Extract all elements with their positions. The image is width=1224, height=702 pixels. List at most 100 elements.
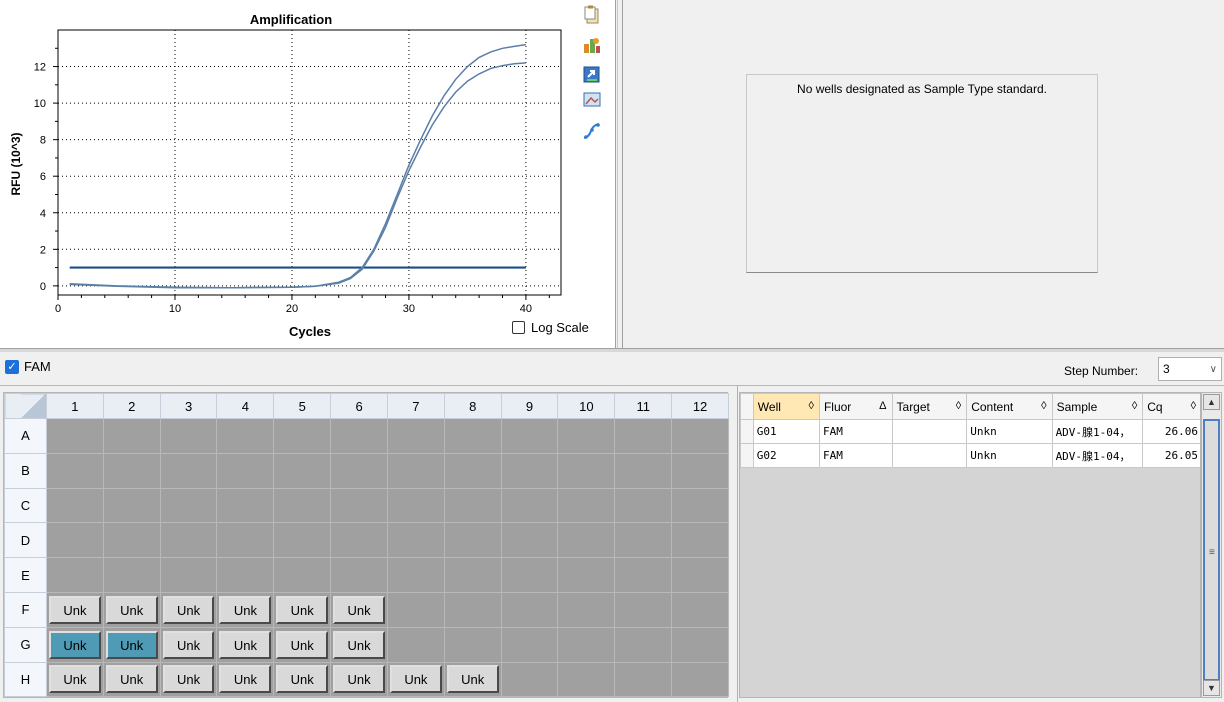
plate-well[interactable] [330,522,388,559]
plate-well[interactable] [46,418,104,454]
plate-well[interactable] [102,418,161,454]
cell-fluor[interactable]: FAM [818,419,893,444]
plate-well[interactable] [443,487,502,524]
log-scale-checkbox-box[interactable] [512,321,525,334]
plate-well[interactable] [159,522,218,559]
cell-sample[interactable]: ADV-腺1-04， [1051,419,1144,444]
plate-well[interactable] [159,487,218,524]
log-scale-checkbox[interactable]: Log Scale [512,320,589,335]
plate-well[interactable]: Unk [102,626,161,663]
plate-well[interactable]: Unk [273,626,332,663]
plate-well[interactable]: Unk [46,626,104,663]
plate-well[interactable]: Unk [330,661,388,698]
plate-well[interactable]: Unk [46,661,104,698]
plate-well[interactable] [614,557,673,593]
plate-well[interactable] [443,418,502,454]
plate-select-all-corner[interactable] [4,393,47,419]
image-icon[interactable] [582,90,602,110]
plate-column-header[interactable]: 5 [273,393,332,419]
column-header-target[interactable]: Target ◊ [891,393,968,420]
cell-content[interactable]: Unkn [966,419,1053,444]
cell-sample[interactable]: ADV-腺1-04， [1051,443,1144,468]
plate-column-header[interactable]: 3 [159,393,218,419]
cell-fluor[interactable]: FAM [818,443,893,468]
plate-well[interactable] [216,418,275,454]
plate-well[interactable] [386,557,445,593]
plate-column-header[interactable]: 6 [330,393,388,419]
plate-well[interactable] [500,487,559,524]
vertical-splitter[interactable] [617,0,623,348]
export-icon[interactable] [582,64,602,84]
plate-well[interactable] [386,418,445,454]
plate-well[interactable] [500,418,559,454]
plate-well[interactable] [330,452,388,489]
table-row[interactable]: G02 FAM Unkn ADV-腺1-04， 26.05 [740,443,1200,468]
plate-well[interactable]: Unk [216,661,275,698]
plate-well[interactable]: Unk [216,591,275,628]
plate-well[interactable] [614,522,673,559]
plate-well[interactable] [443,626,502,663]
plate-well[interactable]: Unk [273,591,332,628]
plate-well[interactable] [273,557,332,593]
plate-row-header[interactable]: A [4,418,47,454]
plate-well[interactable] [557,661,616,698]
plate-row-header[interactable]: C [4,487,47,524]
plate-well[interactable] [216,557,275,593]
plate-column-header[interactable]: 7 [386,393,445,419]
plate-well[interactable] [46,452,104,489]
plate-column-header[interactable]: 12 [671,393,729,419]
plate-well[interactable] [330,418,388,454]
plate-well[interactable] [216,487,275,524]
plate-well[interactable] [614,418,673,454]
plate-well[interactable] [102,452,161,489]
plate-well[interactable] [557,418,616,454]
plate-row-header[interactable]: H [4,661,47,698]
plate-well[interactable] [671,418,729,454]
column-header-content[interactable]: Content ◊ [966,393,1053,420]
column-header-cq[interactable]: Cq ◊ [1142,393,1200,420]
plate-well[interactable] [671,452,729,489]
plate-well[interactable] [671,557,729,593]
plate-well[interactable] [557,522,616,559]
plate-well[interactable]: Unk [216,626,275,663]
plate-well[interactable] [330,557,388,593]
plate-well[interactable] [102,557,161,593]
curve-icon[interactable] [582,121,602,141]
plate-well[interactable] [102,522,161,559]
plate-well[interactable] [216,522,275,559]
plate-well[interactable] [159,452,218,489]
plate-well[interactable] [273,487,332,524]
chart-properties-icon[interactable] [582,35,602,55]
column-header-fluor[interactable]: Fluor Δ [818,393,893,420]
plate-well[interactable] [500,661,559,698]
table-row[interactable]: G01 FAM Unkn ADV-腺1-04， 26.06 [740,419,1200,444]
plate-well[interactable] [614,452,673,489]
plate-well[interactable] [614,626,673,663]
plate-well[interactable] [671,522,729,559]
plate-well[interactable] [386,487,445,524]
cell-well[interactable]: G02 [752,443,820,468]
plate-well[interactable] [443,522,502,559]
plate-well[interactable] [671,487,729,524]
plate-well[interactable] [273,418,332,454]
plate-well[interactable]: Unk [159,626,218,663]
plate-well[interactable] [159,418,218,454]
cell-content[interactable]: Unkn [966,443,1053,468]
column-header-sample[interactable]: Sample ◊ [1051,393,1144,420]
plate-column-header[interactable]: 8 [443,393,502,419]
plate-well[interactable]: Unk [102,661,161,698]
plate-table-splitter[interactable] [730,386,738,702]
fam-checkbox[interactable]: ✓ FAM [5,359,51,374]
plate-well[interactable] [557,487,616,524]
plate-well[interactable] [671,626,729,663]
column-header-well[interactable]: Well ◊ [752,393,820,420]
plate-well[interactable] [386,591,445,628]
plate-well[interactable] [386,522,445,559]
cell-cq[interactable]: 26.05 [1142,443,1200,468]
plate-well[interactable] [443,591,502,628]
plate-row-header[interactable]: G [4,626,47,663]
plate-well[interactable] [500,626,559,663]
plate-well[interactable] [557,557,616,593]
row-gutter[interactable] [740,419,754,444]
step-number-select[interactable]: 3 ∨ [1158,357,1222,381]
